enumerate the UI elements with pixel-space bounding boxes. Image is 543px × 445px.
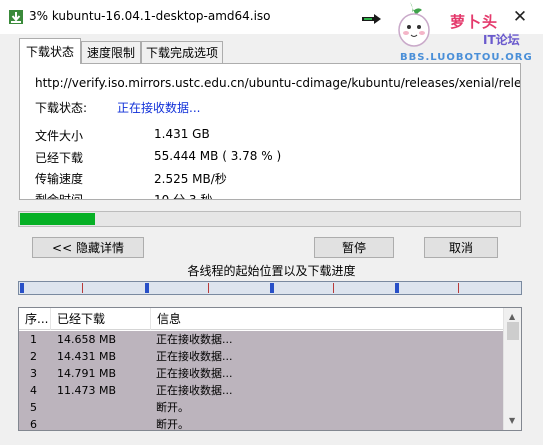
thread-segments-bar [18,281,522,295]
download-status-panel: http://verify.iso.mirrors.ustc.edu.cn/ub… [19,63,521,200]
segment-marker [458,283,459,293]
row-info: 正在接收数据... [156,384,233,397]
row-downloaded: 14.791 MB [57,367,117,380]
download-progress-bar [18,211,521,227]
column-header-downloaded[interactable]: 已经下载 [51,308,151,330]
time-remaining-value: 10 分 3 秒 [154,193,213,200]
pause-button[interactable]: 暂停 [314,237,394,258]
tab-completion-options[interactable]: 下载完成选项 [141,41,223,63]
row-downloaded: 14.431 MB [57,350,117,363]
segment-marker [208,283,209,293]
row-index: 1 [30,333,37,346]
watermark-logo-text: 萝卜头 [450,13,499,31]
row-info: 正在接收数据... [156,350,233,363]
file-size-value: 1.431 GB [154,127,210,141]
scroll-thumb[interactable] [507,322,519,340]
scroll-down-icon[interactable]: ▼ [509,416,515,425]
row-info: 断开。 [156,418,189,431]
table-row[interactable]: 6 断开。 [19,416,503,431]
close-icon: ✕ [512,7,528,27]
tab-speed-limit[interactable]: 速度限制 [81,41,141,63]
cancel-button[interactable]: 取消 [424,237,498,258]
tab-download-status[interactable]: 下载状态 [19,38,81,64]
table-row[interactable]: 4 11.473 MB 正在接收数据... [19,382,503,399]
status-label: 下载状态: [35,101,88,115]
close-button[interactable]: ✕ [505,4,535,30]
segment-progress [395,283,399,293]
row-info: 正在接收数据... [156,367,233,380]
segment-progress [20,283,24,293]
time-remaining-label: 剩余时间 [35,193,84,200]
segment-marker [82,283,83,293]
downloaded-value: 55.444 MB ( 3.78 % ) [154,149,282,163]
segment-marker [333,283,334,293]
transfer-speed-label: 传输速度 [35,172,84,186]
table-row[interactable]: 3 14.791 MB 正在接收数据... [19,365,503,382]
row-downloaded: 11.473 MB [57,384,117,397]
segments-label: 各线程的起始位置以及下载进度 [187,264,356,278]
row-index: 4 [30,384,37,397]
download-app-icon [9,10,23,24]
scroll-up-icon[interactable]: ▲ [509,312,515,321]
column-header-index[interactable]: 序... [19,308,51,330]
row-downloaded: 14.658 MB [57,333,117,346]
file-size-label: 文件大小 [35,129,84,143]
table-row[interactable]: 1 14.658 MB 正在接收数据... [19,331,503,348]
row-index: 5 [30,401,37,414]
segment-progress [270,283,274,293]
threads-table: 序... 已经下载 信息 1 14.658 MB 正在接收数据... 2 14.… [18,307,522,431]
table-header: 序... 已经下载 信息 [19,308,503,330]
watermark-subtitle: IT论坛 [483,33,520,47]
table-scrollbar[interactable]: ▲ ▼ [503,308,521,430]
column-header-info[interactable]: 信息 [151,308,503,330]
window-title: 3% kubuntu-16.04.1-desktop-amd64.iso [29,9,271,23]
progress-fill [20,213,95,225]
watermark-url: BBS.LUOBOTOU.ORG [400,52,533,63]
row-index: 6 [30,418,37,431]
segment-progress [145,283,149,293]
hide-details-button[interactable]: << 隐藏详情 [32,237,144,258]
download-url: http://verify.iso.mirrors.ustc.edu.cn/ub… [35,76,521,90]
arrow-right-icon [362,14,381,24]
table-row[interactable]: 5 断开。 [19,399,503,416]
row-index: 2 [30,350,37,363]
row-index: 3 [30,367,37,380]
transfer-speed-value: 2.525 MB/秒 [154,172,227,186]
status-value: 正在接收数据... [117,101,201,115]
row-info: 断开。 [156,401,189,414]
downloaded-label: 已经下载 [35,151,84,165]
table-row[interactable]: 2 14.431 MB 正在接收数据... [19,348,503,365]
row-info: 正在接收数据... [156,333,233,346]
